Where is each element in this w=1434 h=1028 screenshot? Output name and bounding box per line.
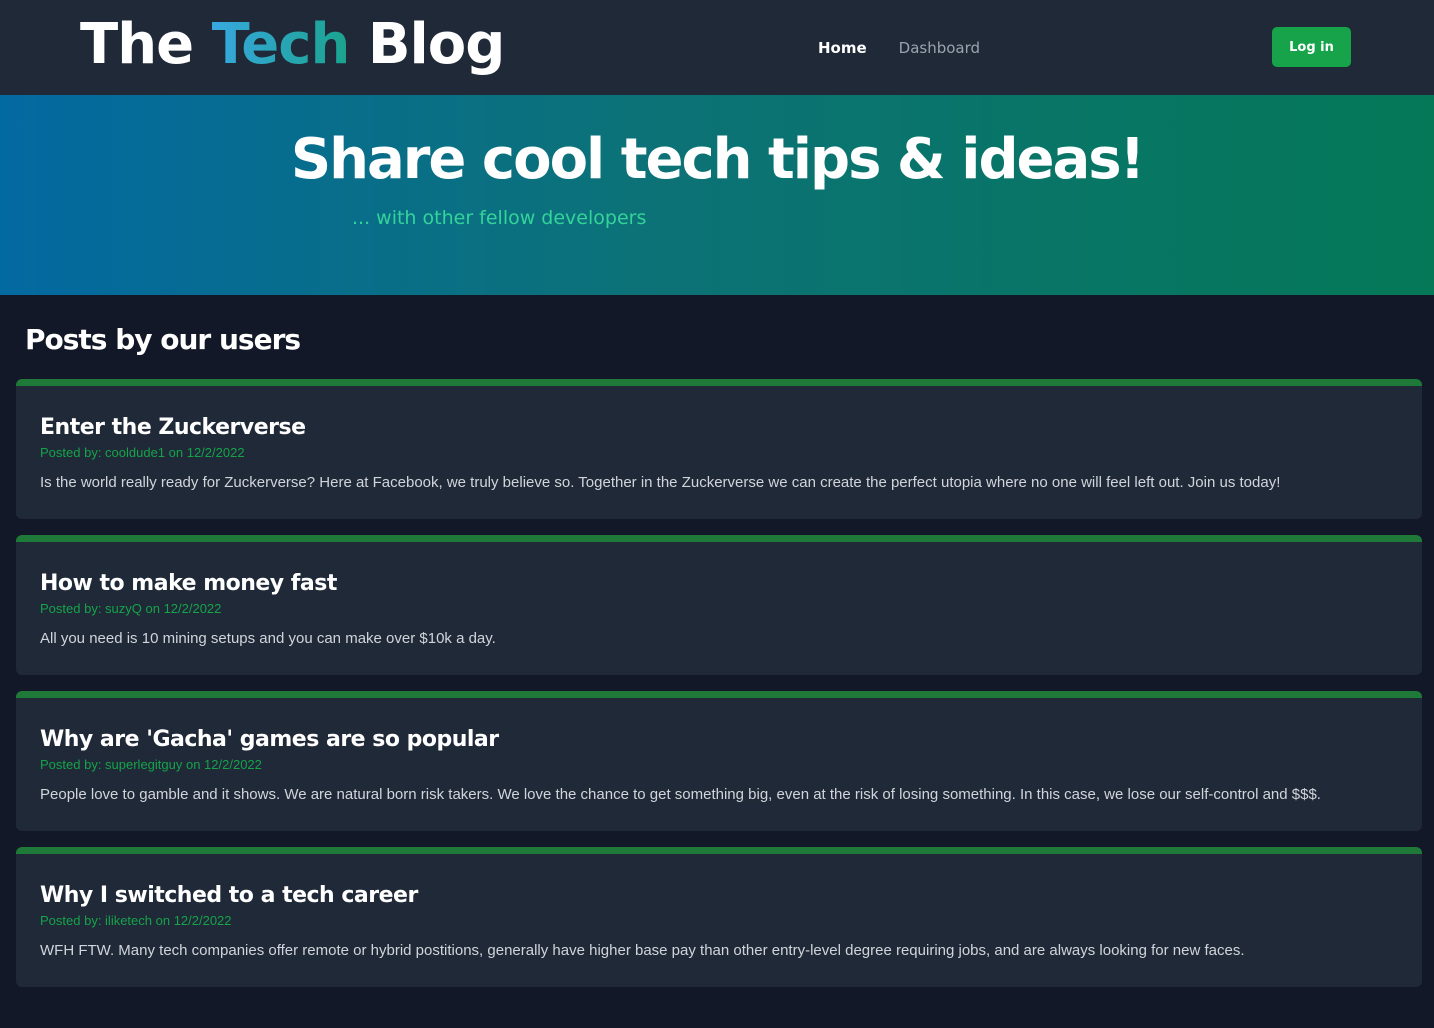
logo-text-tech: Tech [211, 12, 351, 77]
post-card[interactable]: Why I switched to a tech career Posted b… [16, 847, 1422, 987]
main-nav: Home Dashboard [818, 38, 980, 58]
post-meta: Posted by: superlegitguy on 12/2/2022 [40, 757, 262, 772]
post-meta: Posted by: iliketech on 12/2/2022 [40, 913, 232, 928]
post-card[interactable]: How to make money fast Posted by: suzyQ … [16, 535, 1422, 675]
post-card[interactable]: Enter the Zuckerverse Posted by: cooldud… [16, 379, 1422, 519]
hero-title: Share cool tech tips & ideas! [290, 127, 1145, 192]
post-title[interactable]: How to make money fast [40, 569, 337, 599]
site-logo[interactable]: The Tech Blog [80, 10, 505, 80]
logo-text-blog: Blog [349, 12, 505, 77]
post-body: People love to gamble and it shows. We a… [40, 786, 1321, 803]
login-button[interactable]: Log in [1272, 27, 1351, 67]
hero-subtitle: ... with other fellow developers [352, 207, 647, 229]
posts-list: Enter the Zuckerverse Posted by: cooldud… [16, 379, 1422, 1003]
nav-home-link[interactable]: Home [818, 38, 867, 58]
post-body: All you need is 10 mining setups and you… [40, 630, 496, 647]
post-title[interactable]: Enter the Zuckerverse [40, 413, 306, 443]
post-title[interactable]: Why are 'Gacha' games are so popular [40, 725, 499, 755]
nav-dashboard-link[interactable]: Dashboard [899, 38, 980, 58]
post-card[interactable]: Why are 'Gacha' games are so popular Pos… [16, 691, 1422, 831]
post-body: WFH FTW. Many tech companies offer remot… [40, 942, 1245, 959]
post-meta: Posted by: suzyQ on 12/2/2022 [40, 601, 222, 616]
hero-banner: Share cool tech tips & ideas! ... with o… [0, 95, 1434, 295]
post-title[interactable]: Why I switched to a tech career [40, 881, 418, 911]
posts-heading: Posts by our users [25, 323, 301, 356]
post-meta: Posted by: cooldude1 on 12/2/2022 [40, 445, 245, 460]
post-body: Is the world really ready for Zuckervers… [40, 474, 1281, 491]
logo-text-the: The [80, 12, 212, 77]
site-header: The Tech Blog Home Dashboard Log in [0, 0, 1434, 95]
